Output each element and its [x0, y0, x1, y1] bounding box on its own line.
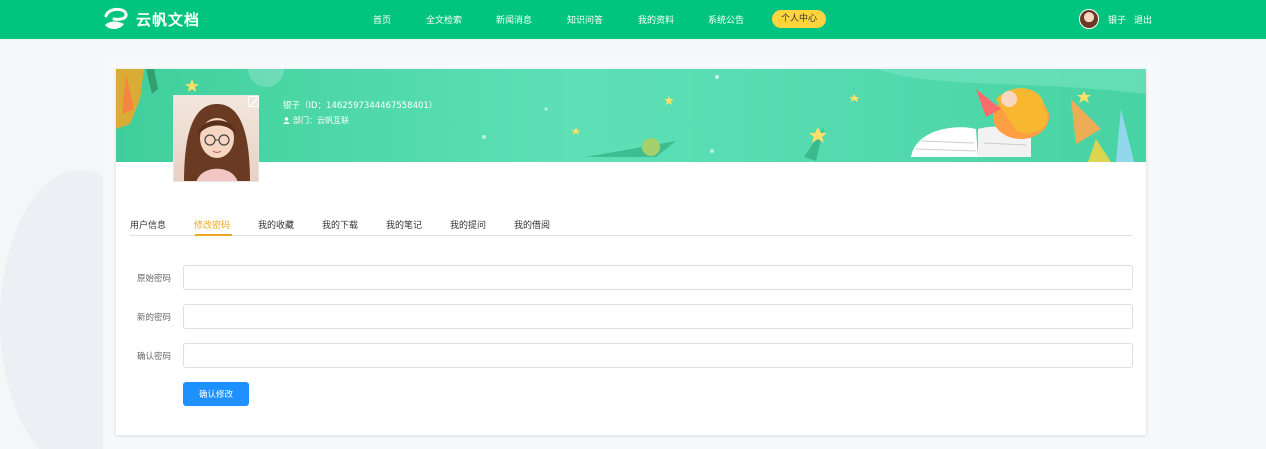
- user-icon: [283, 117, 290, 124]
- tab-change-password[interactable]: 修改密码: [194, 218, 230, 231]
- logo-icon: [104, 7, 128, 30]
- nav-my-materials[interactable]: 我的资料: [638, 13, 674, 26]
- nav-home[interactable]: 首页: [373, 13, 391, 26]
- profile-card: 银子（ID：1462597344467558401） 部门：云帆互联 用户信息 …: [116, 69, 1146, 435]
- profile-portrait-image: [184, 104, 250, 181]
- profile-tabs: 用户信息 修改密码 我的收藏 我的下载 我的笔记 我的提问 我的借阅: [130, 216, 1133, 236]
- nav-personal-center[interactable]: 个人中心: [772, 10, 827, 28]
- logout-link[interactable]: 退出: [1134, 13, 1152, 26]
- edit-avatar-icon[interactable]: [248, 96, 259, 107]
- old-password-input[interactable]: [183, 265, 1133, 290]
- confirm-change-button[interactable]: 确认修改: [183, 382, 249, 406]
- profile-name: 银子（ID：1462597344467558401）: [283, 101, 438, 111]
- confirm-password-input[interactable]: [183, 343, 1133, 368]
- form-row-new-password: 新的密码: [116, 304, 1146, 329]
- form-row-old-password: 原始密码: [116, 265, 1146, 290]
- logo-text: 云帆文档: [136, 10, 201, 29]
- tab-my-borrowings[interactable]: 我的借阅: [514, 218, 550, 231]
- banner-illustration: [116, 69, 1146, 162]
- tab-my-questions[interactable]: 我的提问: [450, 218, 486, 231]
- profile-department: 部门：云帆互联: [283, 115, 437, 126]
- tab-my-notes[interactable]: 我的笔记: [386, 218, 422, 231]
- new-password-label: 新的密码: [137, 313, 172, 323]
- tab-my-favorites[interactable]: 我的收藏: [258, 218, 294, 231]
- tab-user-info[interactable]: 用户信息: [130, 218, 166, 231]
- nav-fulltext-search[interactable]: 全文检索: [426, 13, 462, 26]
- nav-qa[interactable]: 知识问答: [567, 13, 603, 26]
- logo[interactable]: 云帆文档: [102, 6, 200, 32]
- new-password-input[interactable]: [183, 304, 1133, 329]
- old-password-label: 原始密码: [137, 274, 172, 284]
- profile-banner: [116, 69, 1146, 162]
- top-navbar: 云帆文档 首页 全文检索 新闻消息 知识问答 我的资料 系统公告 个人中心 银子…: [0, 0, 1266, 39]
- active-tab-indicator: [195, 234, 232, 236]
- confirm-password-label: 确认密码: [137, 352, 172, 362]
- user-menu: 银子 退出: [1079, 9, 1152, 29]
- nav-news[interactable]: 新闻消息: [496, 13, 532, 26]
- username[interactable]: 银子: [1108, 13, 1126, 26]
- avatar[interactable]: [1079, 9, 1099, 29]
- nav-announcements[interactable]: 系统公告: [708, 13, 744, 26]
- profile-photo: [173, 95, 259, 182]
- department-text: 部门：云帆互联: [293, 116, 349, 125]
- profile-info: 银子（ID：1462597344467558401） 部门：云帆互联: [283, 99, 437, 126]
- form-row-confirm-password: 确认密码: [116, 343, 1146, 368]
- tab-my-downloads[interactable]: 我的下载: [322, 218, 358, 231]
